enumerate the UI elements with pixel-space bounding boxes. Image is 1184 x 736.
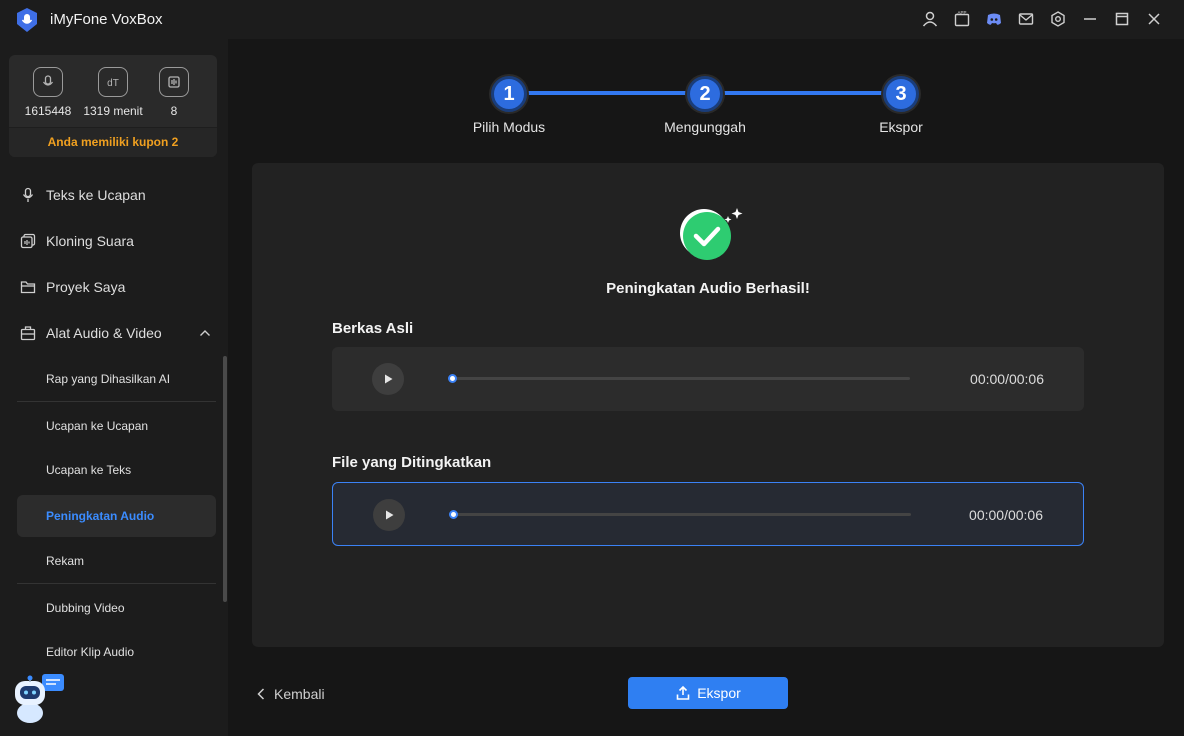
nav-label: Kloning Suara (46, 233, 134, 249)
result-panel: Peningkatan Audio Berhasil! Berkas Asli … (252, 163, 1164, 647)
sidebar: 1615448 dT 1319 menit 8 Anda memiliki ku… (0, 39, 228, 736)
divider (17, 583, 216, 584)
original-play-button[interactable] (372, 363, 404, 395)
app-title: iMyFone VoxBox (50, 11, 163, 28)
step-1-label: Pilih Modus (472, 119, 546, 135)
character-count-icon (33, 67, 63, 97)
sub-label: Ucapan ke Ucapan (46, 419, 149, 433)
enhanced-audio-player: 00:00/00:06 (332, 482, 1084, 546)
nav-label: Alat Audio & Video (46, 325, 162, 341)
divider (17, 401, 216, 402)
play-icon (386, 510, 394, 520)
step-3-label: Ekspor (879, 119, 923, 135)
chatbot-icon[interactable] (12, 672, 66, 724)
chevron-up-icon[interactable] (198, 326, 212, 340)
chevron-left-icon (257, 688, 265, 700)
minutes-value: 1319 menit (83, 104, 143, 118)
sidebar-scrollbar[interactable] (223, 356, 227, 602)
count-value: 8 (170, 104, 178, 118)
discord-icon[interactable] (978, 6, 1010, 32)
main-content: 1 Pilih Modus 2 Mengunggah 3 Ekspor Peni… (228, 39, 1184, 736)
step-2-label: Mengunggah (664, 119, 746, 135)
stat-minutes: dT 1319 menit (83, 67, 143, 118)
sub-peningkatan-audio[interactable]: Peningkatan Audio (17, 495, 216, 537)
close-icon[interactable] (1138, 6, 1170, 32)
folder-icon (20, 281, 36, 294)
toolbox-icon (20, 326, 36, 341)
svg-text:APP: APP (957, 10, 966, 15)
svg-text:dT: dT (107, 78, 119, 89)
voice-count-icon (159, 67, 189, 97)
sub-label: Peningkatan Audio (46, 509, 155, 523)
enhanced-play-button[interactable] (373, 499, 405, 531)
back-label: Kembali (274, 686, 325, 702)
sub-rap-ai[interactable]: Rap yang Dihasilkan AI (17, 358, 216, 400)
sub-editor-klip-audio[interactable]: Editor Klip Audio (17, 631, 216, 673)
stat-count: 8 (144, 67, 204, 118)
nav-kloning-suara[interactable]: Kloning Suara (0, 221, 228, 261)
back-button[interactable]: Kembali (256, 684, 325, 704)
sub-dubbing-video[interactable]: Dubbing Video (17, 587, 216, 629)
step-1-indicator: 1 (491, 76, 527, 112)
stat-characters: 1615448 (18, 67, 78, 118)
enhanced-progress-track[interactable] (449, 510, 911, 519)
voice-clone-icon (20, 233, 36, 249)
app-icon[interactable]: APP (946, 6, 978, 32)
nav-proyek-saya[interactable]: Proyek Saya (0, 267, 228, 307)
export-label: Ekspor (697, 685, 741, 701)
sub-label: Rap yang Dihasilkan AI (46, 372, 171, 386)
original-time: 00:00/00:06 (970, 371, 1044, 387)
voxbox-logo-icon (17, 8, 37, 32)
mail-icon[interactable] (1010, 6, 1042, 32)
user-icon[interactable] (914, 6, 946, 32)
maximize-icon[interactable] (1106, 6, 1138, 32)
stepper-line-2 (724, 91, 900, 95)
microphone-icon (22, 187, 34, 202)
sub-label: Dubbing Video (46, 601, 125, 615)
original-file-title: Berkas Asli (332, 320, 414, 337)
minimize-icon[interactable] (1074, 6, 1106, 32)
play-icon (385, 374, 393, 384)
sub-label: Rekam (46, 554, 85, 568)
step-3-indicator: 3 (883, 76, 919, 112)
sub-label: Ucapan ke Teks (46, 463, 132, 477)
sub-ucapan-ke-teks[interactable]: Ucapan ke Teks (17, 449, 216, 491)
coupon-banner[interactable]: Anda memiliki kupon 2 (9, 127, 217, 157)
success-message: Peningkatan Audio Berhasil! (606, 280, 810, 297)
nav-label: Proyek Saya (46, 279, 126, 295)
original-progress-track[interactable] (448, 374, 910, 383)
minutes-icon: dT (98, 67, 128, 97)
title-bar: iMyFone VoxBox APP (0, 0, 1184, 39)
export-button[interactable]: Ekspor (628, 677, 788, 709)
stepper-line-1 (528, 91, 704, 95)
enhanced-file-title: File yang Ditingkatkan (332, 454, 492, 471)
step-2-indicator: 2 (687, 76, 723, 112)
original-audio-player: 00:00/00:06 (332, 347, 1084, 411)
app-window: iMyFone VoxBox APP 1615448 dT 1319 menit… (0, 0, 1184, 736)
enhanced-progress-knob[interactable] (449, 510, 458, 519)
sub-ucapan-ke-ucapan[interactable]: Ucapan ke Ucapan (17, 405, 216, 447)
characters-value: 1615448 (24, 104, 72, 118)
upload-icon (676, 685, 690, 700)
original-progress-knob[interactable] (448, 374, 457, 383)
sub-rekam[interactable]: Rekam (17, 540, 216, 582)
nav-label: Teks ke Ucapan (46, 187, 146, 203)
success-check-icon (680, 208, 743, 260)
nav-teks-ke-ucapan[interactable]: Teks ke Ucapan (0, 175, 228, 215)
sub-label: Editor Klip Audio (46, 645, 135, 659)
nav-alat-audio-video[interactable]: Alat Audio & Video (0, 313, 228, 353)
settings-icon[interactable] (1042, 6, 1074, 32)
enhanced-time: 00:00/00:06 (969, 507, 1043, 523)
